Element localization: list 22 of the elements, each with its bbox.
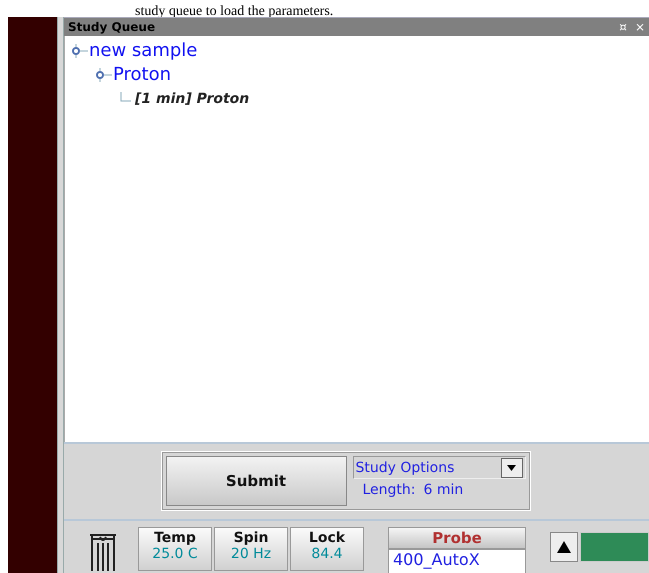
panel-title: Study Queue <box>68 20 156 34</box>
pin-button[interactable]: ¤ <box>619 20 627 34</box>
document-text: study queue to load the parameters. <box>135 3 334 20</box>
probe-value: 400_AutoX <box>388 549 526 573</box>
tree-handle-icon[interactable] <box>71 44 89 58</box>
study-options-dropdown[interactable]: Study Options <box>352 456 526 480</box>
length-value: 6 min <box>424 482 464 498</box>
status-button[interactable]: Lock 84.4 <box>290 527 364 571</box>
dropdown-caret-icon <box>507 464 516 471</box>
up-arrow-icon <box>557 541 571 553</box>
status-button[interactable]: Spin 20 Hz <box>214 527 288 571</box>
submit-button[interactable]: Submit <box>166 456 346 506</box>
tree-item[interactable]: new sample <box>89 40 198 62</box>
up-button[interactable] <box>550 532 578 562</box>
trash-can-icon[interactable] <box>88 531 118 571</box>
length-label: Length: <box>362 482 416 498</box>
tree-handle-icon[interactable] <box>95 68 113 82</box>
close-button[interactable]: × <box>634 20 645 34</box>
tree-item[interactable]: [1 min] Proton <box>135 90 250 107</box>
tree-item[interactable]: Proton <box>113 64 172 86</box>
probe-button[interactable]: Probe <box>388 527 526 549</box>
status-button[interactable]: Temp 25.0 C <box>138 527 212 571</box>
